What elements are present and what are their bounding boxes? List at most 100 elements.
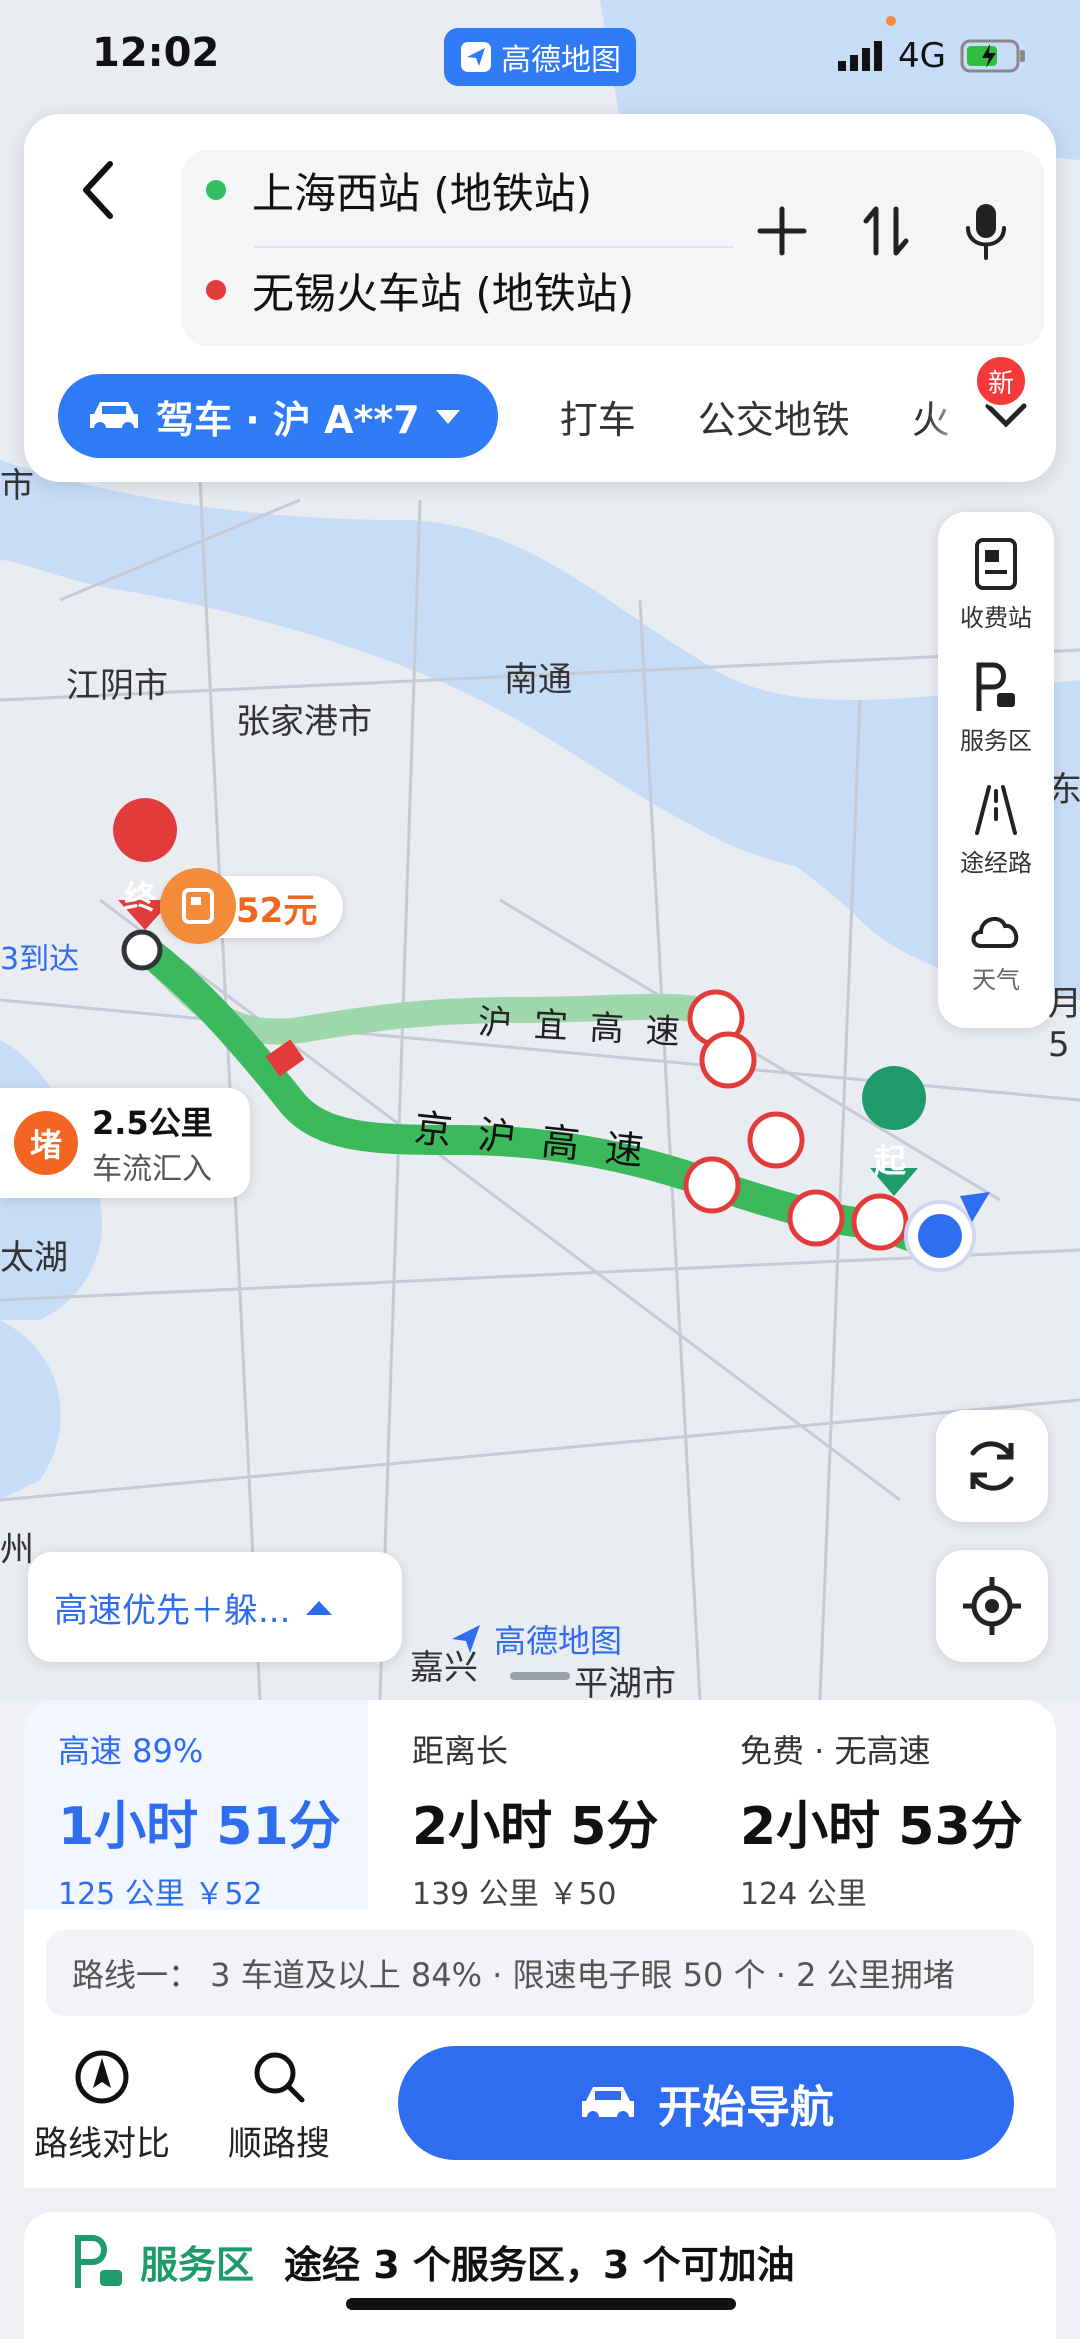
status-time: 12:02 bbox=[92, 30, 220, 76]
route-preference-label: 高速优先＋躲... bbox=[54, 1590, 291, 1631]
locate-icon bbox=[963, 1577, 1021, 1635]
route-preference-button[interactable]: 高速优先＋躲... bbox=[28, 1552, 402, 1662]
tool-via-road[interactable]: 途经路 bbox=[960, 783, 1032, 906]
search-along-button[interactable]: 顺路搜 bbox=[228, 2048, 330, 2165]
service-label: 服务区 bbox=[140, 2243, 255, 2287]
status-indicators: 4G bbox=[838, 36, 1026, 76]
map-label-jiangyin: 江阴市 bbox=[66, 666, 168, 706]
tab-transit[interactable]: 公交地铁 bbox=[698, 389, 850, 444]
jam-distance: 2.5公里 bbox=[92, 1104, 213, 1142]
tab-drive[interactable]: 驾车 · 沪 A**7 bbox=[58, 374, 498, 458]
jam-desc: 车流汇入 bbox=[92, 1152, 212, 1187]
route-option-3[interactable]: 免费 · 无高速 2小时 53分 124 公里 bbox=[706, 1700, 1056, 1912]
start-navigation-button[interactable]: 开始导航 bbox=[398, 2046, 1014, 2160]
route-tag: 距离长 bbox=[412, 1732, 509, 1770]
service-area-icon bbox=[75, 2235, 122, 2288]
car-icon bbox=[90, 402, 138, 434]
toll-icon bbox=[160, 868, 236, 944]
route-compare-label: 路线对比 bbox=[34, 2124, 170, 2164]
microphone-icon[interactable] bbox=[964, 202, 1008, 260]
tool-label: 途经路 bbox=[960, 849, 1032, 877]
route-options-card: 高速 89% 1小时 51分 125 公里 ￥52 距离长 2小时 5分 139… bbox=[24, 1700, 1056, 2020]
tool-label: 收费站 bbox=[960, 604, 1032, 632]
search-icon bbox=[254, 2052, 305, 2103]
app-name: 高德地图 bbox=[501, 43, 621, 78]
via-road-icon bbox=[975, 785, 1017, 835]
tool-label: 服务区 bbox=[960, 726, 1032, 755]
destination-field[interactable]: 无锡火车站 (地铁站) bbox=[206, 250, 634, 330]
traffic-jam-card[interactable]: 堵 2.5公里 车流汇入 bbox=[0, 1088, 250, 1198]
action-bar: 路线对比 顺路搜 开始导航 bbox=[24, 2018, 1056, 2188]
map-edge-label: 3到达 bbox=[0, 942, 80, 977]
weather-icon bbox=[971, 916, 1019, 948]
end-marker[interactable]: 终 bbox=[124, 872, 156, 918]
caret-up-icon bbox=[306, 1601, 333, 1615]
tool-toll-station[interactable]: 收费站 bbox=[960, 538, 1032, 661]
car-icon bbox=[582, 2087, 634, 2123]
route-meta: 124 公里 bbox=[740, 1877, 867, 1912]
start-marker[interactable]: 起 bbox=[874, 1136, 906, 1182]
toll-price-bubble[interactable]: 52元 bbox=[160, 868, 344, 944]
refresh-route-button[interactable] bbox=[936, 1410, 1048, 1522]
service-area-icon bbox=[976, 662, 1015, 711]
swap-icon[interactable] bbox=[862, 203, 910, 259]
jam-icon: 堵 bbox=[14, 1111, 78, 1175]
map-logo-text: 高德地图 bbox=[494, 1622, 623, 1660]
route-meta: 125 公里 ￥52 bbox=[58, 1877, 263, 1912]
map-logo: 高德地图 bbox=[446, 1616, 622, 1662]
destination-dot-icon bbox=[206, 280, 226, 300]
network-type: 4G bbox=[898, 36, 946, 76]
tool-weather[interactable]: 天气 bbox=[969, 906, 1023, 1029]
route-summary: 路线一： 3 车道及以上 84% · 限速电子眼 50 个 · 2 公里拥堵 bbox=[46, 1930, 1034, 2016]
tab-drive-label: 驾车 · 沪 A**7 bbox=[156, 397, 420, 442]
origin-text: 上海西站 (地铁站) bbox=[252, 168, 593, 218]
compass-icon bbox=[75, 2050, 129, 2104]
service-area-card[interactable]: 服务区 途经 3 个服务区，3 个可加油 bbox=[24, 2212, 1056, 2339]
origin-field[interactable]: 上海西站 (地铁站) bbox=[206, 150, 592, 230]
battery-icon bbox=[960, 39, 1025, 73]
signal-icon bbox=[838, 41, 883, 71]
refresh-icon bbox=[970, 1441, 1014, 1491]
caret-down-icon bbox=[435, 410, 460, 424]
map-label-pinghu: 平湖市 bbox=[574, 1664, 676, 1704]
route-option-2[interactable]: 距离长 2小时 5分 139 公里 ￥50 bbox=[378, 1700, 708, 1912]
tool-service-area[interactable]: 服务区 bbox=[960, 661, 1032, 784]
divider bbox=[254, 246, 734, 248]
amap-logo-icon bbox=[452, 1625, 480, 1653]
more-modes-button[interactable]: 新 bbox=[928, 354, 1028, 458]
transport-mode-row: 驾车 · 沪 A**7 打车 公交地铁 火车 新 bbox=[58, 354, 1056, 458]
new-badge: 新 bbox=[974, 354, 1028, 408]
route-option-1[interactable]: 高速 89% 1小时 51分 125 公里 ￥52 bbox=[24, 1700, 368, 1912]
tab-taxi[interactable]: 打车 bbox=[560, 389, 636, 444]
recording-dot bbox=[886, 16, 896, 26]
route-time: 2小时 5分 bbox=[412, 1797, 659, 1857]
route-tag: 免费 · 无高速 bbox=[740, 1732, 931, 1770]
map-label-nantong: 南通 bbox=[504, 660, 572, 700]
toll-price: 52元 bbox=[236, 890, 318, 931]
locate-button[interactable] bbox=[936, 1550, 1048, 1662]
home-indicator[interactable] bbox=[346, 2298, 736, 2310]
back-button[interactable] bbox=[68, 150, 128, 230]
origin-dot-icon bbox=[206, 180, 226, 200]
map-tools-panel: 收费站 服务区 途经路 天气 bbox=[938, 512, 1054, 1028]
chevron-left-icon bbox=[83, 161, 113, 219]
toll-station-icon bbox=[975, 538, 1017, 590]
sheet-handle[interactable] bbox=[510, 1672, 570, 1680]
map-label-taihu: 太湖 bbox=[0, 1238, 68, 1278]
add-waypoint-icon[interactable] bbox=[756, 205, 808, 257]
map-label-zhangjiagang: 张家港市 bbox=[236, 702, 372, 742]
start-navigation-label: 开始导航 bbox=[658, 2082, 834, 2133]
route-compare-button[interactable]: 路线对比 bbox=[34, 2048, 170, 2165]
route-tag: 高速 89% bbox=[58, 1732, 204, 1770]
route-actions bbox=[756, 202, 1008, 260]
destination-text: 无锡火车站 (地铁站) bbox=[252, 268, 635, 318]
app-return-pill[interactable]: 高德地图 bbox=[444, 28, 636, 86]
tool-label: 天气 bbox=[972, 965, 1020, 994]
service-text: 途经 3 个服务区，3 个可加油 bbox=[284, 2243, 795, 2287]
route-planner-card: 上海西站 (地铁站) 无锡火车站 (地铁站) 驾车 · 沪 A**7 打车 公交… bbox=[24, 114, 1056, 482]
map-edge-label: 州 bbox=[0, 1530, 34, 1570]
route-time: 2小时 53分 bbox=[740, 1797, 1023, 1857]
route-input-box: 上海西站 (地铁站) 无锡火车站 (地铁站) bbox=[182, 150, 1044, 346]
amap-logo-icon bbox=[461, 42, 491, 72]
route-meta: 139 公里 ￥50 bbox=[412, 1877, 617, 1912]
